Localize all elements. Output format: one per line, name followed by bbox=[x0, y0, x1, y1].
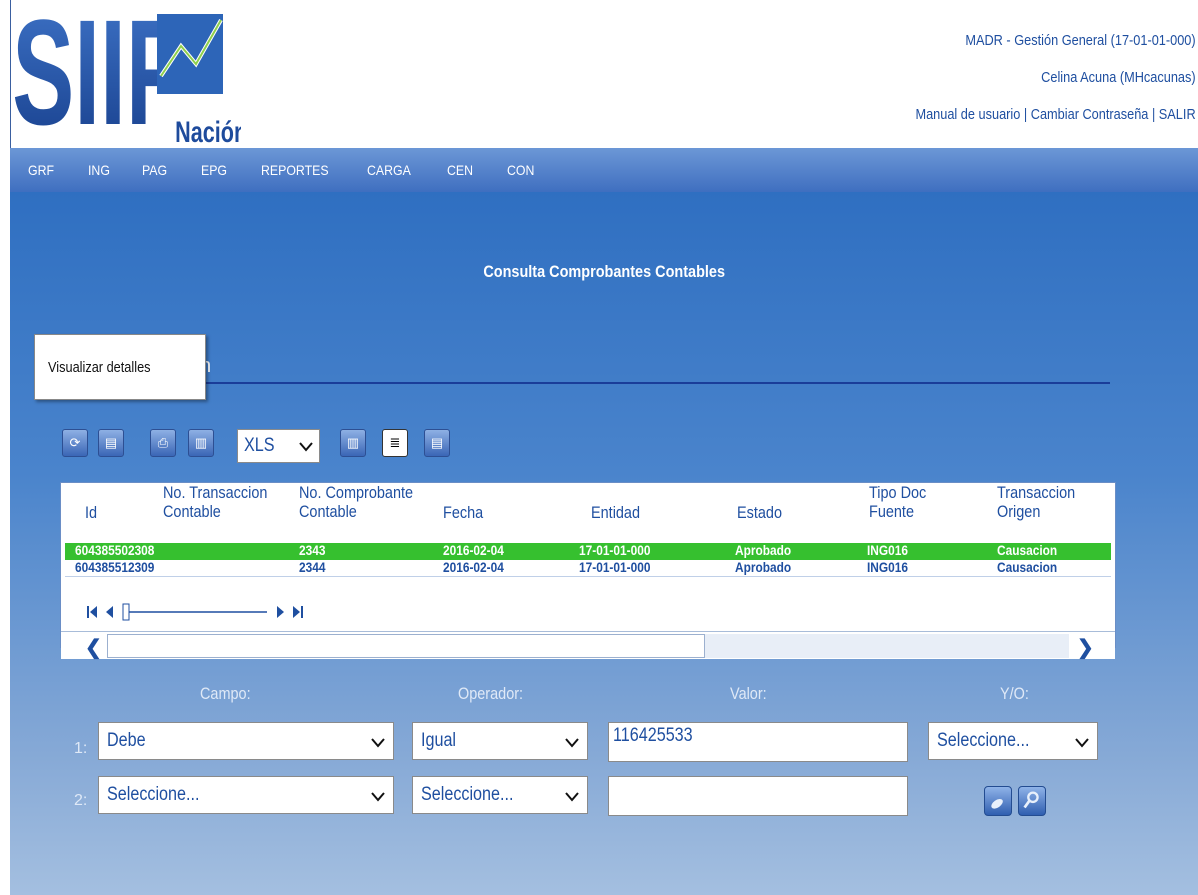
scroll-left-icon[interactable]: ❮ bbox=[85, 635, 102, 660]
change-password-link[interactable]: Cambiar Contraseña bbox=[1031, 106, 1149, 123]
print-icon[interactable]: ⎙ bbox=[150, 429, 176, 457]
valor-input-1[interactable]: 116425533 bbox=[608, 722, 908, 762]
refresh-icon[interactable]: ⟳ bbox=[62, 429, 88, 457]
page-title: Consulta Comprobantes Contables bbox=[483, 262, 725, 281]
header-links: Manual de usuario | Cambiar Contraseña |… bbox=[915, 106, 1196, 123]
horizontal-scrollbar[interactable]: ❮ ❯ bbox=[61, 631, 1115, 659]
context-label: MADR - Gestión General (17-01-01-000) bbox=[965, 32, 1196, 49]
valor-input-2[interactable] bbox=[608, 776, 908, 816]
prev-page-icon[interactable] bbox=[106, 606, 113, 618]
logout-link[interactable]: SALIR bbox=[1159, 106, 1196, 123]
filter-row-number: 1: bbox=[74, 740, 88, 757]
save-icon[interactable]: ▥ bbox=[188, 429, 214, 457]
scrollbar-thumb[interactable] bbox=[107, 634, 705, 658]
next-page-icon[interactable] bbox=[277, 606, 284, 618]
tooltip: Visualizar detalles bbox=[34, 334, 206, 400]
last-page-icon[interactable] bbox=[293, 606, 303, 618]
nav-item-grf[interactable]: GRF bbox=[28, 162, 54, 178]
chevron-down-icon bbox=[371, 738, 385, 748]
main-panel: Consulta Comprobantes Contables n Visual… bbox=[10, 192, 1198, 895]
col-estado[interactable]: Estado bbox=[737, 503, 782, 522]
export-format-select[interactable]: XLS bbox=[237, 429, 320, 463]
campo-select-1[interactable]: Debe bbox=[98, 722, 394, 760]
nav-item-ing[interactable]: ING bbox=[88, 162, 110, 178]
chevron-down-icon bbox=[565, 738, 579, 748]
campo-label: Campo: bbox=[200, 684, 251, 703]
chevron-down-icon bbox=[565, 792, 579, 802]
app-header: SIIF Nación MADR - Gestión General (17-0… bbox=[10, 0, 1198, 148]
col-fecha[interactable]: Fecha bbox=[443, 503, 483, 522]
user-label: Celina Acuna (MHcacunas) bbox=[1041, 69, 1196, 86]
col-no-comprobante[interactable]: No. Comprobante Contable bbox=[299, 483, 413, 521]
table-row[interactable]: 604385512309 2344 2016-02-04 17-01-01-00… bbox=[65, 559, 1111, 577]
first-page-icon[interactable] bbox=[87, 606, 97, 618]
pager bbox=[87, 603, 303, 621]
chevron-down-icon bbox=[371, 792, 385, 802]
operador-label: Operador: bbox=[458, 684, 524, 703]
notes-icon[interactable]: ≣ bbox=[382, 429, 408, 457]
grid-toolbar: ⟳ ▤ ⎙ ▥ XLS ▥ ≣ ▤ bbox=[60, 424, 480, 464]
operador-select-2[interactable]: Seleccione... bbox=[412, 776, 588, 814]
col-transaccion-origen[interactable]: Transaccion Origen bbox=[997, 483, 1075, 521]
nav-item-pag[interactable]: PAG bbox=[142, 162, 167, 178]
table-row[interactable]: 604385502308 2343 2016-02-04 17-01-01-00… bbox=[65, 542, 1111, 560]
search-details-icon[interactable]: ▤ bbox=[424, 429, 450, 457]
results-grid: Id No. Transaccion Contable No. Comproban… bbox=[60, 482, 1116, 659]
page-slider[interactable] bbox=[122, 603, 267, 621]
nav-item-epg[interactable]: EPG bbox=[201, 162, 227, 178]
nav-item-con[interactable]: CON bbox=[507, 162, 534, 178]
grid-header: Id No. Transaccion Contable No. Comproban… bbox=[61, 483, 1115, 541]
siif-nacion-logo: SIIF Nación bbox=[12, 6, 241, 146]
section-divider bbox=[185, 382, 1110, 384]
export-icon[interactable]: ▥ bbox=[340, 429, 366, 457]
manual-link[interactable]: Manual de usuario bbox=[916, 106, 1021, 123]
main-nav: GRF ING PAG EPG REPORTES CARGA CEN CON bbox=[10, 148, 1198, 192]
filter-row-number: 2: bbox=[74, 792, 88, 809]
clear-filter-icon[interactable] bbox=[984, 786, 1012, 816]
valor-label: Valor: bbox=[730, 684, 767, 703]
campo-select-2[interactable]: Seleccione... bbox=[98, 776, 394, 814]
yo-select-1[interactable]: Seleccione... bbox=[928, 722, 1098, 760]
nav-item-reportes[interactable]: REPORTES bbox=[261, 162, 329, 178]
col-entidad[interactable]: Entidad bbox=[591, 503, 640, 522]
user-info: MADR - Gestión General (17-01-01-000) Ce… bbox=[916, 32, 1196, 143]
col-tipo-doc[interactable]: Tipo Doc Fuente bbox=[869, 483, 926, 521]
search-filter-icon[interactable] bbox=[1018, 786, 1046, 816]
nav-item-carga[interactable]: CARGA bbox=[367, 162, 411, 178]
nav-item-cen[interactable]: CEN bbox=[447, 162, 473, 178]
svg-text:Nación: Nación bbox=[175, 114, 241, 146]
view-details-icon[interactable]: ▤ bbox=[98, 429, 124, 457]
yo-label: Y/O: bbox=[1000, 684, 1029, 703]
chevron-down-icon bbox=[299, 442, 313, 452]
scroll-right-icon[interactable]: ❯ bbox=[1077, 635, 1094, 660]
col-no-transaccion[interactable]: No. Transaccion Contable bbox=[163, 483, 267, 521]
operador-select-1[interactable]: Igual bbox=[412, 722, 588, 760]
chevron-down-icon bbox=[1075, 738, 1089, 748]
col-id[interactable]: Id bbox=[85, 503, 97, 522]
